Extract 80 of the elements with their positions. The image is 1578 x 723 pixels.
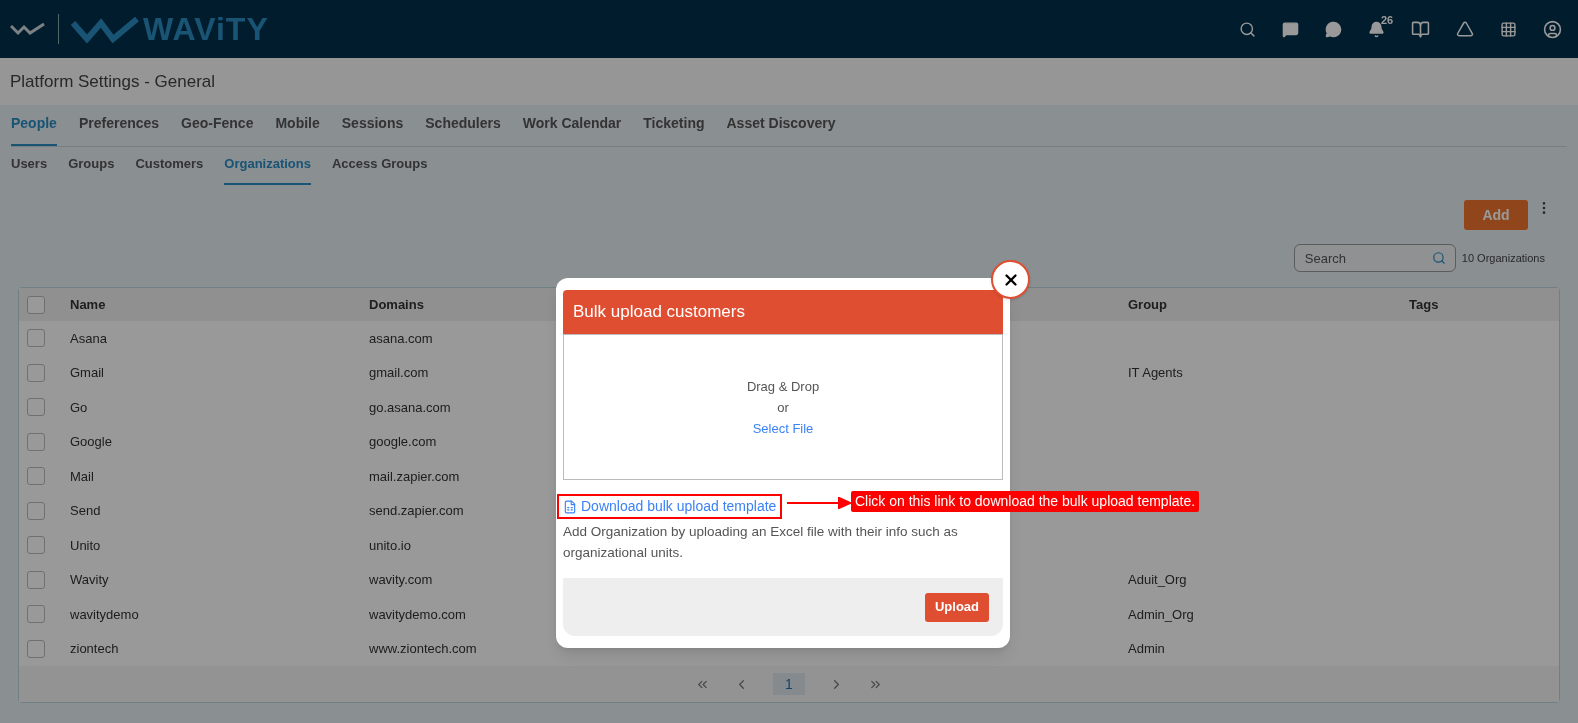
row-checkbox[interactable] bbox=[27, 570, 45, 589]
row-checkbox[interactable] bbox=[27, 363, 45, 382]
grid-icon[interactable] bbox=[1500, 20, 1517, 38]
tab[interactable]: Mobile bbox=[275, 113, 320, 146]
search-icon[interactable] bbox=[1239, 20, 1256, 38]
drop-hint: or bbox=[777, 398, 789, 417]
table-cell-text: Admin bbox=[1128, 640, 1165, 658]
tab[interactable]: People bbox=[11, 113, 57, 146]
table-cell-text: Aduit_Org bbox=[1128, 571, 1187, 589]
row-checkbox[interactable] bbox=[27, 432, 45, 451]
record-count: 10 Organizations bbox=[1461, 250, 1545, 266]
search-icon bbox=[1431, 251, 1446, 265]
table-cell-text: ziontech bbox=[70, 640, 119, 658]
triangle-icon[interactable] bbox=[1456, 20, 1474, 38]
upload-button[interactable]: Upload bbox=[924, 592, 989, 622]
column-header: Domains bbox=[369, 295, 424, 314]
table-cell-text: Admin_Org bbox=[1128, 605, 1194, 624]
table-cell-text: Mail bbox=[70, 467, 94, 486]
modal-title: Bulk upload customers bbox=[573, 301, 745, 324]
table-cell-text: wavitydemo.com bbox=[369, 605, 466, 624]
table-cell-text: Gmail bbox=[70, 364, 104, 382]
table-cell-text: go.asana.com bbox=[369, 398, 451, 417]
row-checkbox[interactable] bbox=[27, 398, 45, 417]
arrow bbox=[787, 497, 851, 509]
row-checkbox[interactable] bbox=[27, 501, 45, 520]
row-checkbox[interactable] bbox=[27, 467, 45, 486]
sub-tab[interactable]: Users bbox=[11, 153, 48, 185]
logo-text: WAViTY bbox=[143, 10, 269, 49]
column-header: Tags bbox=[1409, 295, 1439, 314]
tab[interactable]: Schedulers bbox=[425, 113, 501, 146]
column-header: Name bbox=[70, 295, 106, 314]
description: Add Organization by uploading an Excel file with their info such as organizational units. bbox=[563, 523, 959, 562]
page-title: Platform Settings - General bbox=[10, 70, 216, 93]
table-cell-text: google.com bbox=[369, 433, 437, 451]
column-header: Group bbox=[1128, 295, 1167, 314]
table-cell-text: wavity.com bbox=[369, 571, 433, 589]
table-cell-text: gmail.com bbox=[369, 364, 429, 382]
comment-icon[interactable] bbox=[1325, 20, 1342, 38]
book-icon[interactable] bbox=[1411, 19, 1430, 39]
drop-zone[interactable]: Drag & Drop or Select File bbox=[563, 334, 1003, 480]
drop-hint: Drag & Drop bbox=[746, 377, 820, 396]
sub-tab[interactable]: Access Groups bbox=[332, 153, 428, 185]
download-template-link[interactable]: Download bulk upload template bbox=[557, 494, 783, 519]
sub-tab[interactable]: Groups bbox=[68, 153, 115, 185]
table-cell-text: send.zapier.com bbox=[369, 502, 464, 520]
table-cell-text: Asana bbox=[70, 329, 107, 348]
row-checkbox[interactable] bbox=[27, 295, 45, 314]
add-button[interactable]: Add bbox=[1464, 200, 1528, 230]
row-checkbox[interactable] bbox=[27, 329, 45, 348]
row-checkbox[interactable] bbox=[27, 639, 45, 658]
table-cell-text: Google bbox=[70, 433, 112, 451]
table-cell-text: IT Agents bbox=[1128, 364, 1183, 382]
logo-icon bbox=[71, 15, 139, 43]
search-field[interactable]: Search bbox=[1293, 244, 1456, 272]
table-cell-text: www.ziontech.com bbox=[369, 640, 477, 658]
chat-icon[interactable] bbox=[1282, 20, 1299, 38]
logo-icon bbox=[10, 22, 46, 36]
table-cell-text: asana.com bbox=[369, 329, 433, 348]
tab[interactable]: Work Calendar bbox=[522, 113, 622, 146]
user-icon[interactable] bbox=[1543, 19, 1562, 39]
row-checkbox[interactable] bbox=[27, 536, 45, 555]
tab[interactable]: Preferences bbox=[78, 113, 160, 146]
tab[interactable]: Geo-Fence bbox=[181, 113, 254, 146]
table-cell-text: unito.io bbox=[369, 536, 411, 555]
select-file-link[interactable]: Select File bbox=[752, 418, 814, 438]
tab[interactable]: Ticketing bbox=[643, 113, 705, 146]
table-cell-text: Go bbox=[70, 398, 88, 417]
page-button[interactable]: 1 bbox=[773, 673, 805, 695]
table-cell-text: Unito bbox=[70, 536, 101, 555]
file-icon bbox=[563, 499, 577, 514]
table-cell-text: wavitydemo bbox=[70, 605, 139, 624]
sub-tab[interactable]: Customers bbox=[135, 153, 204, 185]
table-cell-text: Send bbox=[70, 502, 101, 520]
tab[interactable]: Sessions bbox=[341, 113, 404, 146]
sub-tab[interactable]: Organizations bbox=[224, 153, 311, 185]
notification-count: 26 bbox=[1381, 12, 1394, 28]
tab[interactable]: Asset Discovery bbox=[726, 113, 836, 146]
row-checkbox[interactable] bbox=[27, 605, 45, 624]
table-cell-text: Wavity bbox=[70, 571, 109, 589]
table-cell-text: mail.zapier.com bbox=[369, 467, 460, 486]
